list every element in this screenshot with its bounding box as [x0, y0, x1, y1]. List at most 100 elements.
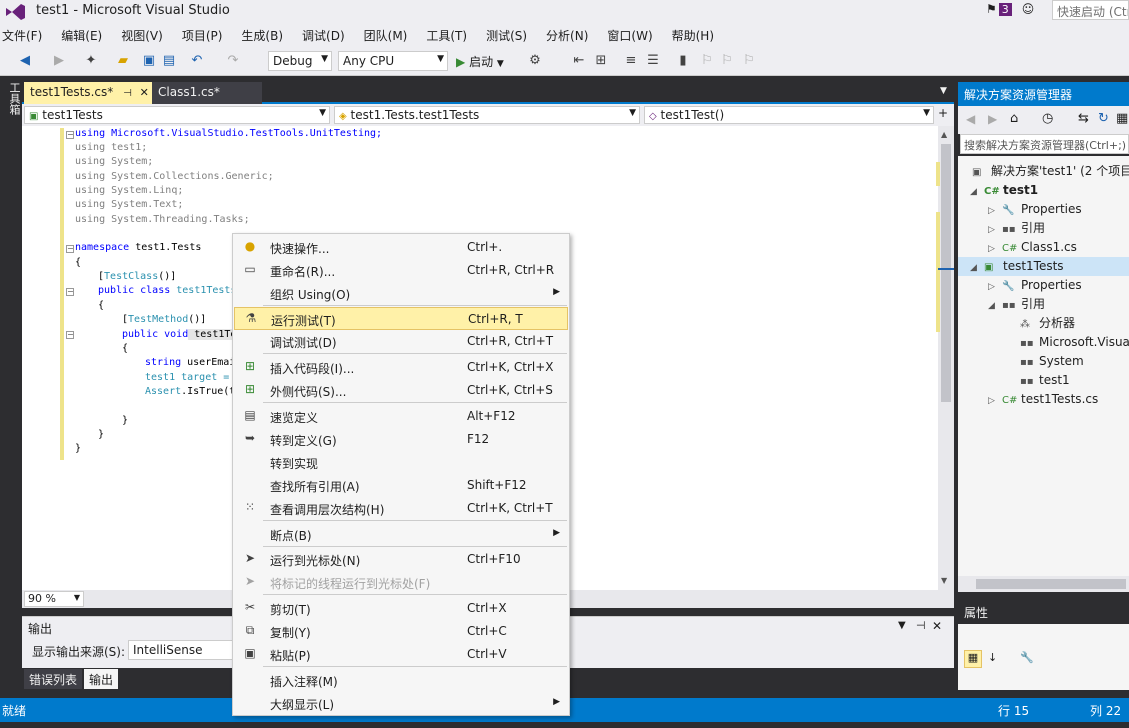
tree-item-references[interactable]: ▷ ▪▪ 引用: [988, 219, 1045, 238]
dropdown-icon[interactable]: ▼: [898, 620, 906, 631]
pin-icon[interactable]: ⊣: [916, 619, 926, 632]
tree-item-analyzers[interactable]: ⁂ 分析器: [1020, 314, 1075, 333]
tab-output[interactable]: 输出: [84, 669, 119, 689]
layout-icon[interactable]: ⊞: [592, 52, 610, 70]
menu-debug[interactable]: 调试(D): [302, 24, 345, 44]
collapsed-icon[interactable]: ▷: [988, 392, 1002, 411]
menu-build[interactable]: 生成(B): [241, 24, 283, 44]
forward-icon[interactable]: ▶: [988, 112, 997, 126]
scroll-up-icon[interactable]: ▲: [941, 130, 947, 139]
open-folder-icon[interactable]: ▰: [114, 52, 132, 70]
alphabetical-icon[interactable]: ↓: [988, 651, 997, 664]
menu-tools[interactable]: 工具(T): [426, 24, 467, 44]
collapse-icon[interactable]: −: [66, 331, 74, 339]
project-dropdown[interactable]: ▣ test1Tests ▼: [24, 106, 330, 124]
next-bookmark-icon[interactable]: ⚐: [718, 52, 736, 70]
attach-icon[interactable]: ⚙: [526, 52, 544, 70]
menu-item-call-hierarchy[interactable]: ⁙ 查看调用层次结构(H) Ctrl+K, Ctrl+T: [234, 497, 568, 520]
feedback-icon[interactable]: ☺: [1022, 2, 1035, 16]
menu-item-debug-tests[interactable]: 调试测试(D) Ctrl+R, Ctrl+T: [234, 330, 568, 353]
back-icon[interactable]: ◀: [966, 112, 975, 126]
toolbox-tab[interactable]: 工具箱: [0, 76, 22, 696]
scroll-down-icon[interactable]: ▼: [941, 576, 947, 585]
history-icon[interactable]: ◷: [1042, 111, 1053, 126]
tree-item-mstest-ref[interactable]: ▪▪ Microsoft.VisualStudio: [1020, 333, 1129, 352]
close-icon[interactable]: ✕: [140, 86, 149, 99]
prev-bookmark-icon[interactable]: ⚐: [698, 52, 716, 70]
notifications[interactable]: ⚑ 3 ☺: [986, 2, 1034, 16]
tab-error-list[interactable]: 错误列表: [24, 669, 83, 689]
home-icon[interactable]: ⌂: [1010, 111, 1018, 126]
menu-team[interactable]: 团队(M): [364, 24, 408, 44]
menu-item-quick-actions[interactable]: ● 快速操作... Ctrl+.: [234, 236, 568, 259]
menu-item-breakpoint[interactable]: 断点(B) ▶: [234, 523, 568, 546]
tree-item-properties[interactable]: ▷ 🔧 Properties: [988, 200, 1082, 219]
quick-launch-input[interactable]: 快速启动 (Ctrl+Q): [1052, 0, 1129, 20]
menu-item-find-all-references[interactable]: 查找所有引用(A) Shift+F12: [234, 474, 568, 497]
menu-item-cut[interactable]: ✂ 剪切(T) Ctrl+X: [234, 597, 568, 620]
solution-config-dropdown[interactable]: Debug ▼: [268, 51, 332, 71]
menu-item-copy[interactable]: ⧉ 复制(Y) Ctrl+C: [234, 620, 568, 643]
tree-item-test1tests-cs[interactable]: ▷ C# test1Tests.cs: [988, 390, 1098, 409]
scroll-thumb[interactable]: [976, 579, 1126, 589]
zoom-dropdown[interactable]: 90 % ▼: [24, 591, 84, 607]
menu-item-run-tests[interactable]: ⚗ 运行测试(T) Ctrl+R, T: [234, 307, 568, 330]
pin-icon[interactable]: ⊣: [123, 88, 132, 99]
tab-test1tests[interactable]: test1Tests.cs* ⊣ ✕: [24, 82, 152, 104]
menu-edit[interactable]: 编辑(E): [61, 24, 102, 44]
menu-item-insert-snippet[interactable]: ⊞ 插入代码段(I)... Ctrl+K, Ctrl+X: [234, 356, 568, 379]
member-dropdown[interactable]: ◇ test1Test() ▼: [644, 106, 934, 124]
menu-item-outlining[interactable]: 大纲显示(L) ▶: [234, 692, 568, 715]
property-pages-icon[interactable]: 🔧: [1020, 651, 1034, 664]
menu-item-paste[interactable]: ▣ 粘贴(P) Ctrl+V: [234, 643, 568, 666]
menu-help[interactable]: 帮助(H): [672, 24, 714, 44]
collapse-all-icon[interactable]: ▦: [1116, 111, 1128, 126]
back-icon[interactable]: ◀: [16, 52, 34, 70]
step-icon[interactable]: ⇤: [570, 52, 588, 70]
menu-item-peek-definition[interactable]: ▤ 速览定义 Alt+F12: [234, 405, 568, 428]
uncomment-icon[interactable]: ☰: [644, 52, 662, 70]
tree-item-system-ref[interactable]: ▪▪ System: [1020, 352, 1084, 371]
menu-window[interactable]: 窗口(W): [607, 24, 652, 44]
redo-icon[interactable]: ↷: [224, 52, 242, 70]
split-icon[interactable]: +: [938, 106, 948, 120]
type-dropdown[interactable]: ◈ test1.Tests.test1Tests ▼: [334, 106, 640, 124]
tree-item-properties[interactable]: ▷ 🔧 Properties: [988, 276, 1082, 295]
output-source-dropdown[interactable]: IntelliSense: [128, 640, 238, 660]
solution-search-input[interactable]: 搜索解决方案资源管理器(Ctrl+;): [960, 134, 1129, 154]
tree-item-test1-ref[interactable]: ▪▪ test1: [1020, 371, 1070, 390]
close-icon[interactable]: ✕: [932, 619, 942, 633]
flag-icon[interactable]: ⚑: [986, 2, 997, 16]
tree-item-references[interactable]: ◢ ▪▪ 引用: [988, 295, 1045, 314]
new-project-icon[interactable]: ✦: [82, 52, 100, 70]
collapse-icon[interactable]: −: [66, 131, 74, 139]
collapse-icon[interactable]: −: [66, 245, 74, 253]
menu-project[interactable]: 项目(P): [182, 24, 223, 44]
expanded-icon[interactable]: ◢: [988, 297, 1002, 316]
menu-file[interactable]: 文件(F): [2, 24, 42, 44]
scroll-thumb[interactable]: [941, 144, 951, 402]
clear-bookmark-icon[interactable]: ⚐: [740, 52, 758, 70]
sync-icon[interactable]: ⇆: [1078, 111, 1089, 126]
menu-item-go-to-definition[interactable]: ➥ 转到定义(G) F12: [234, 428, 568, 451]
menu-item-go-to-implementation[interactable]: 转到实现: [234, 451, 568, 474]
platform-dropdown[interactable]: Any CPU ▼: [338, 51, 448, 71]
save-icon[interactable]: ▣: [140, 52, 158, 70]
start-button[interactable]: ▶ 启动 ▼: [456, 53, 504, 70]
collapse-icon[interactable]: −: [66, 288, 74, 296]
menu-item-surround-with[interactable]: ⊞ 外侧代码(S)... Ctrl+K, Ctrl+S: [234, 379, 568, 402]
tree-item-test1tests[interactable]: ◢ ▣ test1Tests: [958, 257, 1129, 276]
tree-item-solution[interactable]: ▣ 解决方案'test1' (2 个项目): [972, 162, 1129, 181]
tree-item-class1[interactable]: ▷ C# Class1.cs: [988, 238, 1077, 257]
save-all-icon[interactable]: ▤: [160, 52, 178, 70]
comment-icon[interactable]: ≡: [622, 52, 640, 70]
refresh-icon[interactable]: ↻: [1098, 111, 1109, 126]
menu-item-rename[interactable]: ▭ 重命名(R)... Ctrl+R, Ctrl+R: [234, 259, 568, 282]
categorized-icon[interactable]: ▦: [964, 650, 982, 668]
menu-analyze[interactable]: 分析(N): [546, 24, 588, 44]
expanded-icon[interactable]: ◢: [970, 183, 984, 202]
undo-icon[interactable]: ↶: [188, 52, 206, 70]
menu-item-organize-usings[interactable]: 组织 Using(O) ▶: [234, 282, 568, 305]
bookmark-icon[interactable]: ▮: [674, 52, 692, 70]
vertical-scrollbar[interactable]: ▲ ▼: [936, 126, 954, 590]
